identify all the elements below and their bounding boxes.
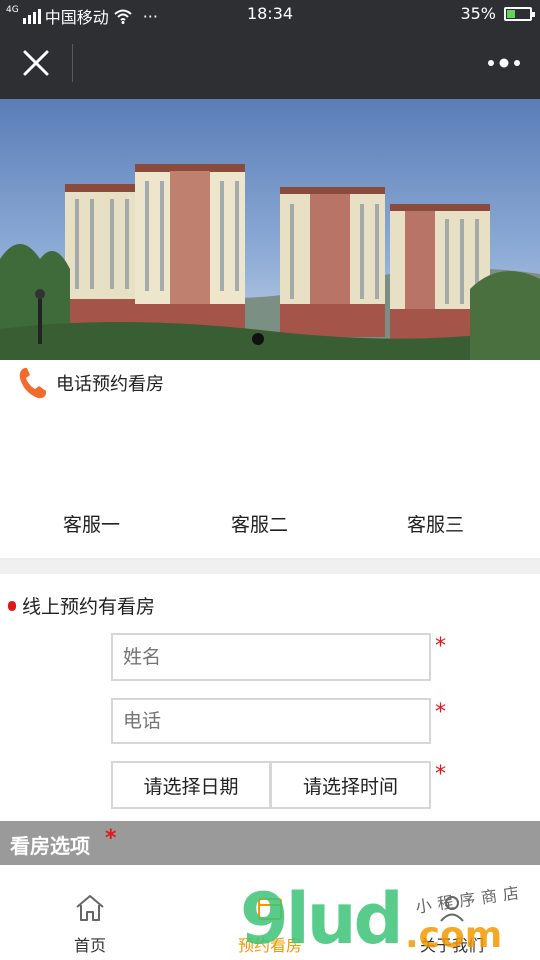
carousel-indicator-dot[interactable]: [252, 333, 264, 345]
name-input[interactable]: [111, 633, 431, 681]
nav-separator: [72, 44, 73, 82]
customer-service-1-button[interactable]: 客服一: [63, 510, 120, 537]
status-time: 18:34: [246, 4, 294, 23]
time-picker-button[interactable]: 请选择时间: [270, 761, 431, 809]
status-right: 35%: [460, 4, 535, 23]
bottom-tab-bar: 首页 预约看房 关于我们: [0, 880, 540, 960]
more-dots-icon: [488, 58, 520, 68]
phone-input[interactable]: [111, 698, 431, 744]
close-icon: [23, 50, 49, 76]
apartment-buildings-photo: [0, 99, 540, 360]
battery-icon: [504, 6, 535, 21]
phone-required-mark: *: [435, 700, 446, 725]
tab-home[interactable]: 首页: [30, 892, 150, 956]
customer-service-2-button[interactable]: 客服二: [231, 510, 288, 537]
user-icon: [440, 896, 464, 922]
datetime-required-mark: *: [435, 762, 446, 787]
tab-about[interactable]: 关于我们: [392, 892, 512, 956]
phone-booking-header: 电话预约看房: [18, 366, 164, 400]
online-booking-header: 线上预约有看房: [8, 592, 155, 619]
tab-about-label: 关于我们: [419, 936, 484, 955]
viewing-options-title: 看房选项: [10, 834, 90, 858]
tab-home-label: 首页: [73, 936, 106, 955]
close-button[interactable]: [16, 46, 56, 82]
name-required-mark: *: [435, 634, 446, 659]
mini-program-navbar: [0, 28, 540, 99]
status-bar: 4G 中国移动 ··· 18:34 35%: [0, 0, 540, 28]
battery-percent: 35%: [460, 4, 496, 23]
viewing-options-required-mark: *: [105, 826, 117, 851]
calendar-icon: [258, 898, 282, 920]
date-picker-button[interactable]: 请选择日期: [111, 761, 271, 809]
phone-icon: [19, 368, 46, 399]
customer-service-row: 客服一 客服二 客服三: [0, 510, 540, 544]
phone-booking-title: 电话预约看房: [56, 374, 164, 395]
home-icon: [76, 895, 104, 921]
viewing-options-header: 看房选项 *: [0, 821, 540, 865]
tab-booking[interactable]: 预约看房: [210, 892, 330, 956]
section-marker-dot: [8, 600, 16, 611]
section-divider: [0, 558, 540, 574]
customer-service-3-button[interactable]: 客服三: [407, 510, 464, 537]
online-booking-title: 线上预约有看房: [22, 596, 156, 618]
battery-fill: [507, 9, 516, 18]
more-button[interactable]: [484, 52, 524, 74]
banner-carousel[interactable]: [0, 99, 540, 360]
tab-booking-label: 预约看房: [237, 936, 302, 955]
